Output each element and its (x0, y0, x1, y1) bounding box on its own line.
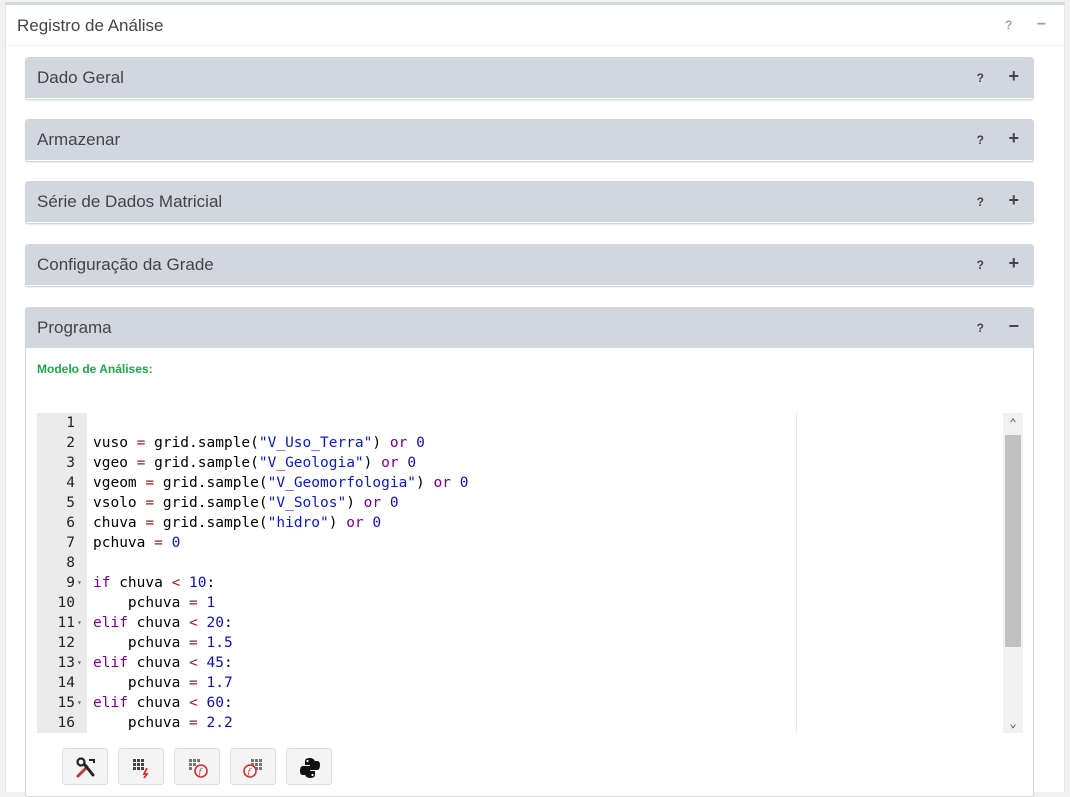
section-header-programa[interactable]: Programa ? − (26, 307, 1033, 348)
section-header-serie-dados[interactable]: Série de Dados Matricial ? + (26, 181, 1033, 222)
section-help-button[interactable]: ? (977, 258, 984, 272)
python-button[interactable] (286, 748, 332, 785)
section-serie-dados-matricial: Série de Dados Matricial ? + (25, 181, 1034, 224)
section-title: Série de Dados Matricial (37, 192, 223, 211)
code-line[interactable]: vuso = grid.sample("V_Uso_Terra") or 0 (93, 433, 425, 453)
grid-cube-function-button[interactable]: f (230, 748, 276, 785)
scroll-down-icon[interactable]: ⌄ (1003, 713, 1023, 733)
code-line[interactable]: vgeo = grid.sample("V_Geologia") or 0 (93, 453, 416, 473)
line-number: 10 (57, 595, 75, 611)
line-number: 6 (66, 515, 75, 531)
fold-toggle-icon[interactable]: ▾ (77, 653, 82, 673)
grid-function-icon (133, 759, 149, 779)
line-number: 2 (66, 435, 75, 451)
section-armazenar: Armazenar ? + (25, 119, 1034, 162)
grid-history-function-icon: f (189, 759, 208, 778)
python-icon (300, 758, 320, 778)
code-editor[interactable]: 1 2 3 4 5 6 7 8 9 ▾ 10 11 ▾ 12 13 ▾ 14 15 ▾ 16 vuso = grid.… (37, 413, 1023, 733)
scroll-up-icon[interactable]: ⌃ (1003, 413, 1023, 433)
line-number: 4 (66, 475, 75, 491)
line-number: 12 (57, 635, 75, 651)
code-line[interactable]: chuva = grid.sample("hidro") or 0 (93, 513, 381, 533)
collapse-button[interactable]: − (1008, 317, 1019, 335)
code-line[interactable]: vgeom = grid.sample("V_Geomorfologia") o… (93, 473, 468, 493)
section-help-button[interactable]: ? (977, 71, 984, 85)
code-line[interactable]: pchuva = 1.5 (93, 633, 233, 653)
expand-button[interactable]: + (1008, 129, 1019, 147)
section-dado-geral: Dado Geral ? + (25, 57, 1034, 100)
line-number-gutter: 1 2 3 4 5 6 7 8 9 ▾ 10 11 ▾ 12 13 ▾ 14 15 ▾ 16 (37, 413, 87, 733)
code-line[interactable]: vsolo = grid.sample("V_Solos") or 0 (93, 493, 399, 513)
panel-title: Registro de Análise (17, 16, 164, 35)
section-title: Configuração da Grade (37, 255, 214, 274)
section-help-button[interactable]: ? (977, 195, 984, 209)
section-header-armazenar[interactable]: Armazenar ? + (26, 119, 1033, 160)
line-number: 5 (66, 495, 75, 511)
section-programa: Programa ? − Modelo de Análises: 1234567… (25, 307, 1034, 797)
line-number: 11 (57, 615, 75, 631)
section-configuracao-grade: Configuração da Grade ? + (25, 244, 1034, 287)
tools-button[interactable] (62, 748, 108, 785)
fold-toggle-icon[interactable]: ▾ (77, 573, 82, 593)
tools-icon (76, 757, 95, 778)
code-line[interactable]: pchuva = 1 (93, 593, 215, 613)
line-number: 8 (66, 555, 75, 571)
line-number: 16 (57, 715, 75, 731)
svg-text:f: f (198, 768, 204, 777)
scroll-thumb[interactable] (1005, 435, 1021, 647)
code-line[interactable]: pchuva = 1.7 (93, 673, 233, 693)
expand-button[interactable]: + (1008, 254, 1019, 272)
expand-button[interactable]: + (1008, 67, 1019, 85)
panel-header: Registro de Análise ? − (6, 5, 1064, 46)
code-line[interactable]: pchuva = 2.2 (93, 713, 233, 733)
section-header-configuracao-grade[interactable]: Configuração da Grade ? + (26, 244, 1033, 285)
section-header-dado-geral[interactable]: Dado Geral ? + (26, 57, 1033, 98)
line-number: 1 (66, 415, 75, 431)
section-title: Armazenar (37, 130, 121, 149)
print-margin (796, 413, 797, 733)
section-title: Programa (37, 318, 112, 337)
editor-scrollbar[interactable]: ⌃ ⌄ (1003, 413, 1023, 733)
code-line[interactable]: if chuva < 10: (93, 573, 215, 593)
section-help-button[interactable]: ? (977, 133, 984, 147)
section-help-button[interactable]: ? (977, 321, 984, 335)
grid-function-button[interactable] (118, 748, 164, 785)
expand-button[interactable]: + (1008, 191, 1019, 209)
panel-collapse-button[interactable]: − (1037, 17, 1046, 33)
code-line[interactable]: elif chuva < 20: (93, 613, 233, 633)
grid-history-function-button[interactable]: f (174, 748, 220, 785)
code-line[interactable]: elif chuva < 45: (93, 653, 233, 673)
panel-help-button[interactable]: ? (1005, 19, 1012, 31)
grid-cube-function-icon: f (243, 759, 262, 778)
line-number: 13 (57, 655, 75, 671)
line-number: 7 (66, 535, 75, 551)
fold-toggle-icon[interactable]: ▾ (77, 693, 82, 713)
line-number: 9 (66, 575, 75, 591)
line-number: 14 (57, 675, 75, 691)
section-title: Dado Geral (37, 68, 124, 87)
fold-toggle-icon[interactable]: ▾ (77, 613, 82, 633)
code-line[interactable]: elif chuva < 60: (93, 693, 233, 713)
model-label: Modelo de Análises: (37, 362, 153, 376)
line-number: 3 (66, 455, 75, 471)
code-line[interactable]: pchuva = 0 (93, 533, 180, 553)
line-number: 15 (57, 695, 75, 711)
